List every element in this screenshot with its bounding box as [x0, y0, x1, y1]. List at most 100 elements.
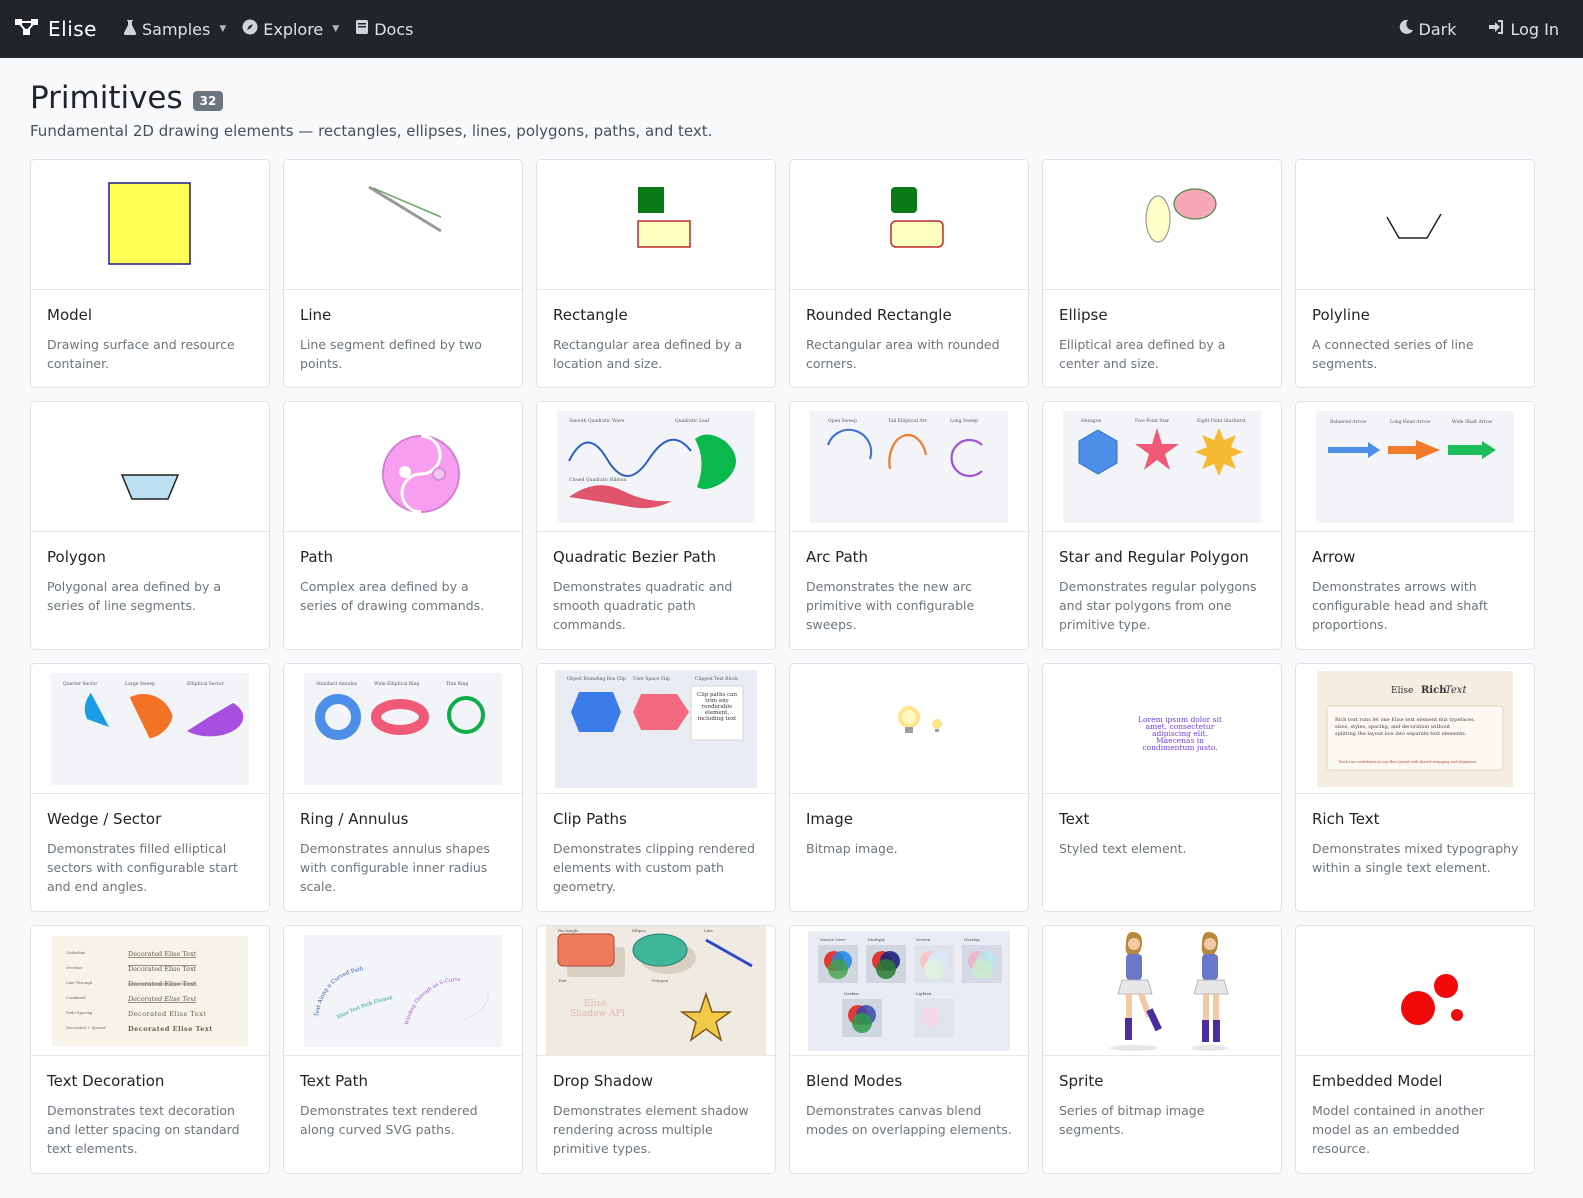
- deco-sample: Decorated Elise Text: [128, 950, 197, 958]
- card-title: Text Decoration: [47, 1072, 165, 1090]
- sample-card-arrow[interactable]: Balanced Arrow Long Head Arrow Wide Shaf…: [1295, 401, 1535, 650]
- sample-card-text[interactable]: Lorem ipsum dolor sit amet, consectetur …: [1042, 663, 1282, 912]
- login-label: Log In: [1510, 19, 1559, 39]
- elise-logo-icon: [14, 17, 40, 41]
- deco-sample: Decorated Elise Text: [128, 965, 197, 973]
- caret-down-icon: ▼: [219, 24, 227, 34]
- card-description: Model contained in another model as an e…: [1312, 1103, 1484, 1156]
- deco-sample: Decorated Elise Text: [127, 995, 197, 1003]
- card-title: Rectangle: [553, 306, 628, 324]
- thumb-caption: Object Bounding Box Clip: [567, 676, 626, 682]
- page-title: Primitives: [30, 80, 183, 116]
- rectangle-thumbnail: [537, 160, 775, 290]
- sample-card-image[interactable]: Image Bitmap image.: [789, 663, 1029, 912]
- sample-card-rounded-rectangle[interactable]: Rounded Rectangle Rectangular area with …: [789, 159, 1029, 388]
- sample-card-rectangle[interactable]: Rectangle Rectangular area defined by a …: [536, 159, 776, 388]
- card-title: Arc Path: [806, 548, 869, 566]
- card-description: Rectangular area defined by a location a…: [553, 337, 743, 371]
- thumb-caption: Wide Shaft Arrow: [1452, 419, 1493, 425]
- text-decoration-thumbnail: Underline Overline Line Through Combined…: [31, 926, 269, 1056]
- nav-docs-link[interactable]: Docs: [355, 19, 413, 39]
- card-description: Demonstrates canvas blend modes on overl…: [806, 1103, 1012, 1137]
- thumb-caption: User Space Clip: [633, 676, 670, 682]
- sample-card-drop-shadow[interactable]: Rectangle Ellipse Line Text Polygon Elis…: [536, 925, 776, 1174]
- sample-card-polygon[interactable]: Polygon Polygonal area defined by a seri…: [30, 401, 270, 650]
- nav-samples-dropdown[interactable]: Samples ▼: [123, 19, 226, 39]
- card-description: Line segment defined by two points.: [300, 337, 482, 371]
- nav-explore-dropdown[interactable]: Explore ▼: [242, 19, 339, 39]
- thumb-caption: Rectangle: [558, 928, 579, 933]
- card-title: Clip Paths: [553, 810, 627, 828]
- thumb-caption: Five Point Star: [1135, 418, 1170, 424]
- card-description: Demonstrates arrows with configurable he…: [1312, 579, 1488, 632]
- deco-label: Wide Spacing: [66, 1010, 93, 1015]
- nav-explore-label: Explore: [263, 19, 324, 39]
- polyline-thumbnail: [1296, 160, 1534, 290]
- sample-card-quadratic-bezier[interactable]: Smooth Quadratic Wave Quadratic Leaf Clo…: [536, 401, 776, 650]
- sample-card-line[interactable]: Line Line segment defined by two points.: [283, 159, 523, 388]
- thumb-caption: Overlay: [964, 937, 980, 942]
- path-thumbnail: [284, 402, 522, 532]
- sample-card-embedded-model[interactable]: Embedded Model Model contained in anothe…: [1295, 925, 1535, 1174]
- card-description: Demonstrates text rendered along curved …: [300, 1103, 478, 1137]
- thumb-caption: Long Head Arrow: [1390, 419, 1431, 425]
- thumb-caption: Long Sweep: [950, 418, 978, 424]
- card-description: Drawing surface and resource container.: [47, 337, 235, 371]
- thumb-caption: Clipped Text Block: [695, 676, 738, 682]
- card-description: Demonstrates quadratic and smooth quadra…: [553, 579, 733, 632]
- card-description: Complex area defined by a series of draw…: [300, 579, 485, 613]
- thumb-caption: Large Sweep: [125, 681, 155, 687]
- sample-card-path[interactable]: Path Complex area defined by a series of…: [283, 401, 523, 650]
- login-link[interactable]: Log In: [1488, 19, 1559, 39]
- sample-card-sprite[interactable]: Sprite Series of bitmap image segments.: [1042, 925, 1282, 1174]
- nav-docs-label: Docs: [374, 19, 414, 39]
- arrow-thumbnail: Balanced Arrow Long Head Arrow Wide Shaf…: [1296, 402, 1534, 532]
- thumb-caption: Multiply: [868, 937, 886, 942]
- sample-card-polyline[interactable]: Polyline A connected series of line segm…: [1295, 159, 1535, 388]
- brand-link[interactable]: Elise: [14, 17, 97, 41]
- sample-card-clip-paths[interactable]: Object Bounding Box Clip User Space Clip…: [536, 663, 776, 912]
- card-title: Polyline: [1312, 306, 1370, 324]
- clip-paths-thumbnail: Object Bounding Box Clip User Space Clip…: [537, 664, 775, 794]
- book-icon: [355, 19, 369, 39]
- sprite-thumbnail: [1043, 926, 1281, 1056]
- quadratic-bezier-thumbnail: Smooth Quadratic Wave Quadratic Leaf Clo…: [537, 402, 775, 532]
- thumb-caption: Wide Elliptical Ring: [374, 681, 419, 687]
- card-description: Polygonal area defined by a series of li…: [47, 579, 222, 613]
- text-path-thumbnail: Text Along a Curved Path Elise Text Path…: [284, 926, 522, 1056]
- card-description: Demonstrates element shadow rendering ac…: [553, 1103, 749, 1156]
- card-description: Bitmap image.: [806, 841, 898, 856]
- dark-mode-toggle[interactable]: Dark: [1398, 19, 1456, 39]
- sample-card-star-polygon[interactable]: Hexagon Five Point Star Eight Point Star…: [1042, 401, 1282, 650]
- shadow-text-2: Shadow API: [570, 1009, 626, 1019]
- sample-card-text-decoration[interactable]: Underline Overline Line Through Combined…: [30, 925, 270, 1174]
- deco-label: Decorated + Spaced: [66, 1025, 106, 1030]
- sample-grid: Model Drawing surface and resource conta…: [30, 159, 1553, 1174]
- rich-text-line: sizes, styles, spacing, and decoration w…: [1335, 724, 1450, 730]
- sample-card-wedge[interactable]: Quarter Sector Large Sweep Elliptical Se…: [30, 663, 270, 912]
- card-title: Arrow: [1312, 548, 1356, 566]
- sample-card-rich-text[interactable]: Elise Rich Text Rich text runs let one E…: [1295, 663, 1535, 912]
- arc-path-thumbnail: Open Sweep Tall Elliptical Arc Long Swee…: [790, 402, 1028, 532]
- card-description: Demonstrates mixed typography within a s…: [1312, 841, 1519, 875]
- sign-in-icon: [1488, 19, 1505, 39]
- thumb-caption: Thin Ring: [446, 681, 468, 687]
- brand-name: Elise: [48, 17, 97, 41]
- card-title: Line: [300, 306, 332, 324]
- sample-card-model[interactable]: Model Drawing surface and resource conta…: [30, 159, 270, 388]
- thumb-caption: Hexagon: [1081, 418, 1101, 424]
- sample-card-ellipse[interactable]: Ellipse Elliptical area defined by a cen…: [1042, 159, 1282, 388]
- sample-card-arc-path[interactable]: Open Sweep Tall Elliptical Arc Long Swee…: [789, 401, 1029, 650]
- deco-label: Overline: [66, 965, 83, 970]
- sample-card-blend-modes[interactable]: Source Over Multiply Screen Overlay Dark…: [789, 925, 1029, 1174]
- rich-text-thumbnail: Elise Rich Text Rich text runs let one E…: [1296, 664, 1534, 794]
- image-thumbnail: [790, 664, 1028, 794]
- nav-samples-label: Samples: [141, 19, 211, 39]
- card-title: Text: [1059, 810, 1090, 828]
- sample-card-text-path[interactable]: Text Along a Curved Path Elise Text Path…: [283, 925, 523, 1174]
- thumb-caption: Screen: [916, 937, 931, 942]
- card-title: Text Path: [300, 1072, 369, 1090]
- thumb-caption: Smooth Quadratic Wave: [569, 418, 625, 424]
- sample-card-ring[interactable]: Standard Annulus Wide Elliptical Ring Th…: [283, 663, 523, 912]
- card-description: Rectangular area with rounded corners.: [806, 337, 1000, 371]
